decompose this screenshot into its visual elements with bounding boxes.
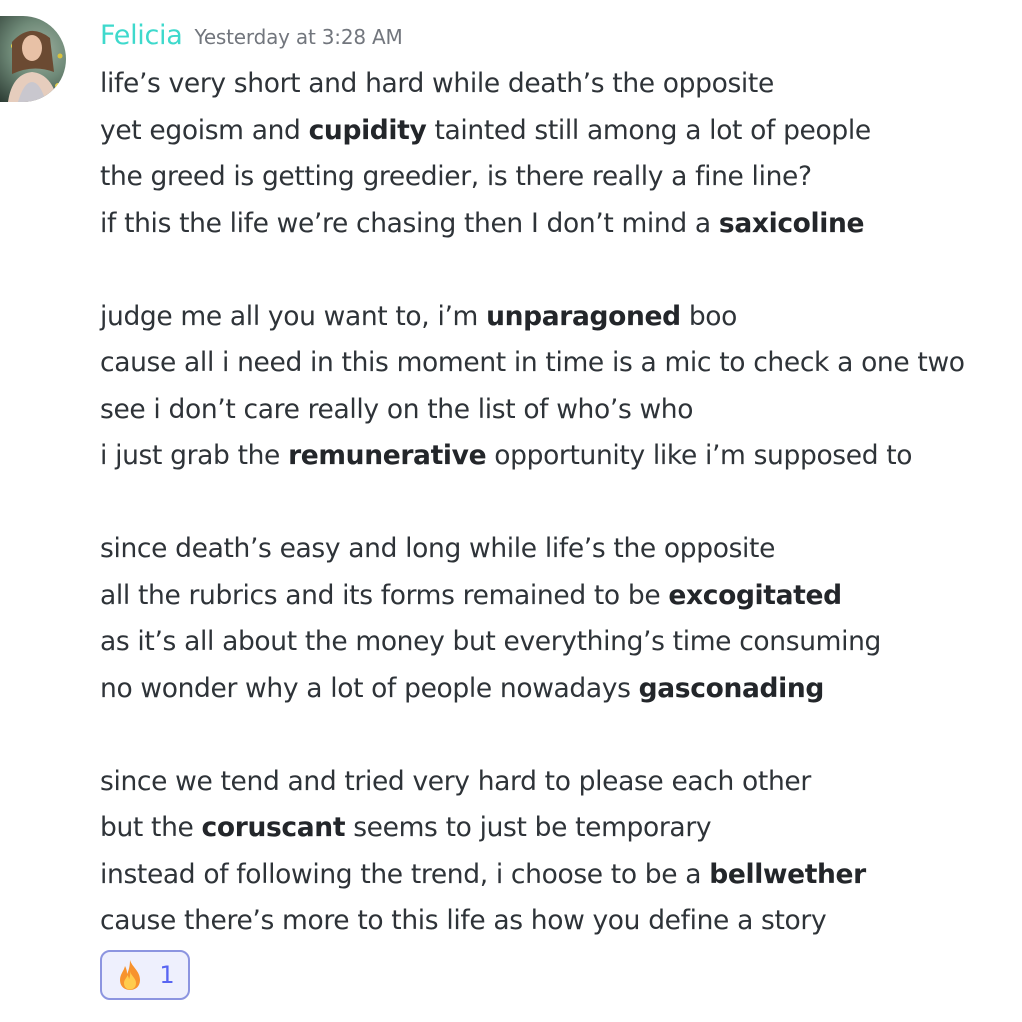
line-text: cause there’s more to this life as how y… bbox=[100, 905, 827, 936]
line-text: see i don’t care really on the list of w… bbox=[100, 393, 694, 425]
line-text: since we tend and tried very hard to ple… bbox=[100, 765, 811, 797]
username[interactable]: Felicia bbox=[100, 20, 183, 51]
message-line: yet egoism and cupidity tainted still am… bbox=[100, 111, 1022, 158]
line-text: all the rubrics and its forms remained t… bbox=[100, 579, 669, 611]
message-line: if this the life we’re chasing then I do… bbox=[100, 204, 1022, 251]
avatar[interactable] bbox=[0, 16, 66, 102]
message-line: the greed is getting greedier, is there … bbox=[100, 157, 1022, 204]
message-line: as it’s all about the money but everythi… bbox=[100, 622, 1022, 669]
line-text: the greed is getting greedier, is there … bbox=[100, 161, 812, 192]
bold-word: cupidity bbox=[308, 114, 427, 146]
message-line: judge me all you want to, i’m unparagone… bbox=[100, 297, 1022, 344]
line-text: opportunity like i’m supposed to bbox=[486, 440, 913, 471]
bold-word: remunerative bbox=[288, 440, 487, 471]
message-line: life’s very short and hard while death’s… bbox=[100, 64, 1022, 111]
message-line: i just grab the remunerative opportunity… bbox=[100, 436, 1022, 483]
fire-icon bbox=[120, 960, 141, 990]
line-text: no wonder why a lot of people nowadays bbox=[100, 672, 639, 704]
line-text: tainted still among a lot of people bbox=[426, 114, 871, 146]
line-text: if this the life we’re chasing then I do… bbox=[100, 207, 719, 239]
bold-word: excogitated bbox=[668, 579, 842, 611]
line-text: i just grab the bbox=[100, 440, 289, 471]
bold-word: coruscant bbox=[201, 812, 346, 843]
message-header: Felicia Yesterday at 3:28 AM bbox=[100, 20, 403, 60]
line-text: life’s very short and hard while death’s… bbox=[100, 68, 774, 99]
bold-word: bellwether bbox=[709, 858, 866, 890]
message-line: all the rubrics and its forms remained t… bbox=[100, 576, 1022, 623]
message-line: since death’s easy and long while life’s… bbox=[100, 529, 1022, 576]
bold-word: unparagoned bbox=[486, 300, 681, 332]
timestamp: Yesterday at 3:28 AM bbox=[194, 25, 403, 49]
line-text: cause all i need in this moment in time … bbox=[100, 347, 965, 378]
message-line: since we tend and tried very hard to ple… bbox=[100, 762, 1022, 809]
message-line: cause there’s more to this life as how y… bbox=[100, 901, 1022, 948]
reaction-button[interactable]: 1 bbox=[100, 950, 190, 1000]
line-text: boo bbox=[680, 300, 738, 332]
message-line: no wonder why a lot of people nowadays g… bbox=[100, 669, 1022, 716]
bold-word: gasconading bbox=[638, 672, 825, 704]
message-line: cause all i need in this moment in time … bbox=[100, 343, 1022, 390]
line-text: instead of following the trend, i choose… bbox=[100, 858, 710, 890]
reaction-count: 1 bbox=[159, 961, 175, 989]
chat-message: Felicia Yesterday at 3:28 AM life’s very… bbox=[0, 0, 1022, 1022]
line-text: but the bbox=[100, 812, 202, 843]
line-text: as it’s all about the money but everythi… bbox=[100, 626, 882, 657]
message-line: instead of following the trend, i choose… bbox=[100, 855, 1022, 902]
line-text: yet egoism and bbox=[100, 114, 309, 146]
line-text: since death’s easy and long while life’s… bbox=[100, 533, 776, 564]
message-content: life’s very short and hard while death’s… bbox=[100, 64, 1022, 948]
line-text: seems to just be temporary bbox=[345, 812, 712, 843]
message-line: see i don’t care really on the list of w… bbox=[100, 390, 1022, 437]
bold-word: saxicoline bbox=[718, 207, 865, 239]
line-text: judge me all you want to, i’m bbox=[100, 300, 487, 332]
message-line: but the coruscant seems to just be tempo… bbox=[100, 808, 1022, 855]
